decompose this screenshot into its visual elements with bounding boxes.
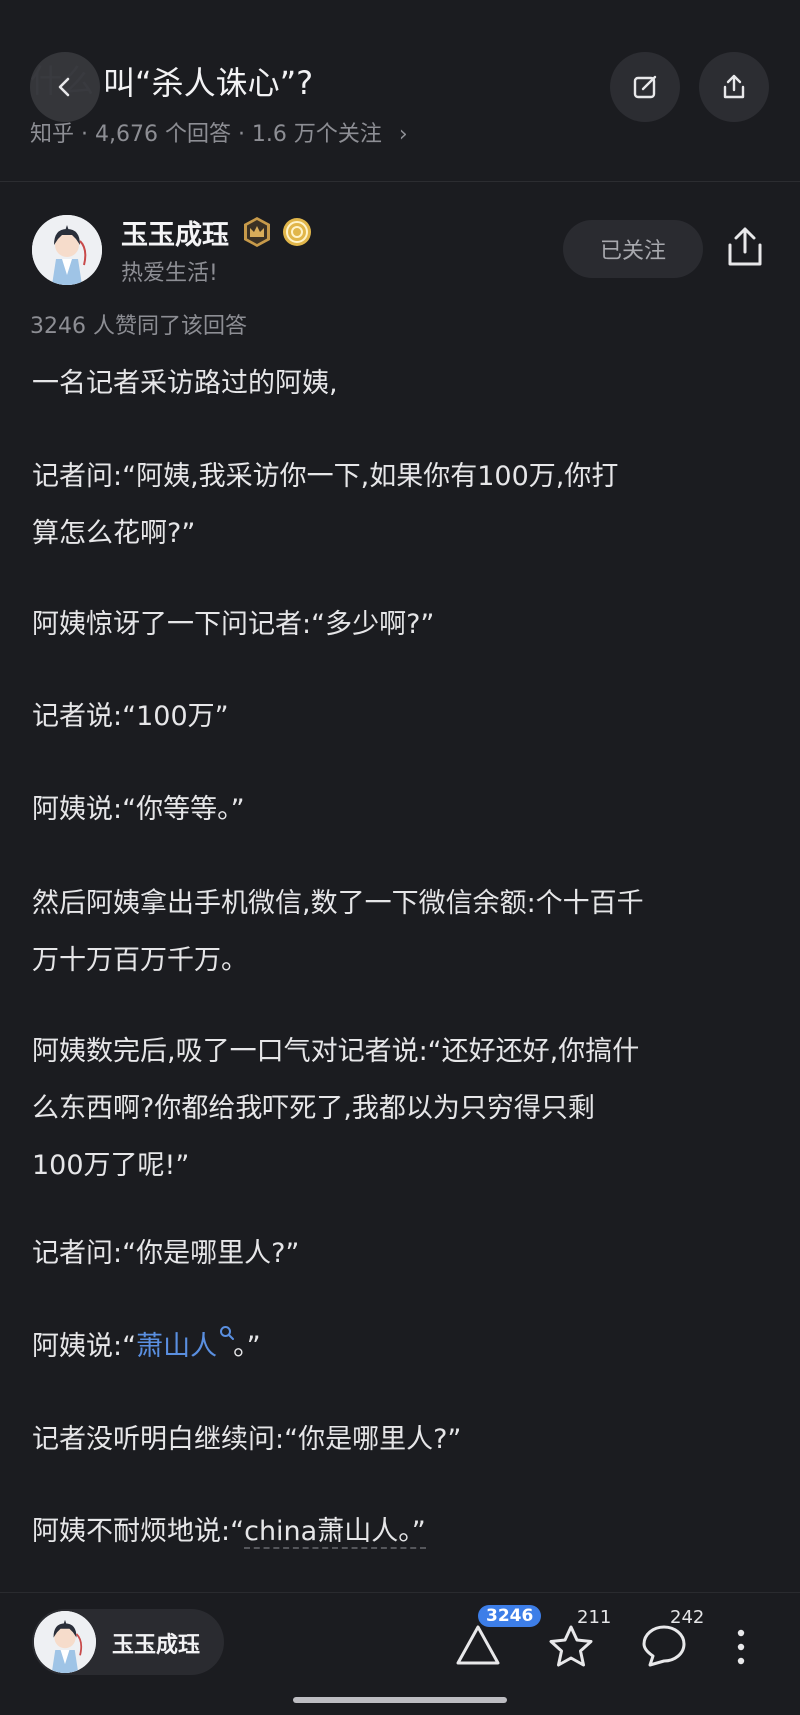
bottom-author-avatar: [34, 1611, 96, 1673]
article-paragraph: 一名记者采访路过的阿姨,: [32, 355, 338, 412]
coin-badge-icon: [281, 216, 313, 252]
article-text: 阿姨说:“: [32, 1331, 137, 1362]
star-icon: [549, 1625, 593, 1667]
author-bio: 热爱生活!: [121, 261, 218, 286]
share-question-button[interactable]: [699, 52, 769, 122]
article-line: 算怎么花啊?”: [32, 518, 196, 549]
annotated-text[interactable]: china萧山人。”: [244, 1516, 426, 1549]
article-line: 记者说:“100万”: [32, 701, 229, 732]
article-paragraph: 记者问:“你是哪里人?”: [32, 1225, 299, 1282]
article-line: 记者没听明白继续问:“你是哪里人?”: [32, 1424, 462, 1455]
favorite-count: 211: [577, 1607, 612, 1628]
article-line: 记者问:“阿姨,我采访你一下,如果你有100万,你打: [32, 461, 619, 492]
article-line: 一名记者采访路过的阿姨,: [32, 368, 338, 399]
share-icon: [728, 227, 762, 266]
article-paragraph: 记者没听明白继续问:“你是哪里人?”: [32, 1411, 461, 1468]
comment-count: 242: [670, 1607, 705, 1628]
article-paragraph: 阿姨说:“你等等。”: [32, 781, 245, 838]
upvote-triangle-icon: [456, 1625, 500, 1665]
article-paragraph: 然后阿姨拿出手机微信,数了一下微信余额:个十百千 万十万百万千万。: [32, 875, 644, 989]
avatar-illustration: [34, 1611, 96, 1673]
favorite-button[interactable]: [546, 1623, 596, 1675]
chevron-left-icon: [58, 77, 70, 97]
back-button[interactable]: [30, 52, 100, 122]
article-line: 阿姨说:“萧山人。”: [32, 1318, 261, 1375]
upvote-count-badge: 3246: [478, 1605, 542, 1627]
author-name[interactable]: 玉玉成珏: [121, 213, 229, 252]
article-line: 万十万百万千万。: [32, 945, 248, 976]
share-answer-button[interactable]: [724, 225, 766, 273]
bottom-author-name: 玉玉成珏: [112, 1633, 201, 1658]
article-paragraph: 记者问:“阿姨,我采访你一下,如果你有100万,你打 算怎么花啊?”: [32, 448, 618, 562]
comment-bubble-icon: [642, 1625, 686, 1667]
search-link[interactable]: 萧山人: [136, 1331, 217, 1362]
bottom-author-pill[interactable]: 玉玉成珏: [32, 1609, 224, 1675]
article-text: 。”: [233, 1331, 261, 1362]
article-line: 阿姨惊讶了一下问记者:“多少啊?”: [32, 609, 435, 640]
article-line: 阿姨说:“你等等。”: [32, 794, 245, 825]
more-vertical-icon: [737, 1629, 745, 1665]
avatar-illustration: [32, 215, 102, 285]
crown-badge-icon: [240, 215, 274, 253]
bottom-action-bar: 玉玉成珏 3246 211 242: [0, 1592, 800, 1698]
chevron-right-icon: ›: [398, 122, 408, 147]
search-icon[interactable]: [219, 1325, 235, 1341]
article-paragraph: 阿姨不耐烦地说:“china萧山人。”: [32, 1503, 426, 1560]
article-paragraph: 阿姨说:“萧山人。”: [32, 1318, 261, 1375]
edit-icon: [633, 75, 657, 99]
article-line: 阿姨不耐烦地说:“china萧山人。”: [32, 1503, 426, 1560]
article-text: 阿姨不耐烦地说:“: [32, 1516, 245, 1547]
author-avatar[interactable]: [32, 215, 102, 285]
article-line: 100万了呢!”: [32, 1150, 190, 1181]
upvote-button[interactable]: [454, 1623, 502, 1671]
article-line: 阿姨数完后,吸了一口气对记者说:“还好还好,你搞什: [32, 1036, 640, 1067]
article-line: 么东西啊?你都给我吓死了,我都以为只穷得只剩: [32, 1093, 595, 1124]
article-paragraph: 阿姨惊讶了一下问记者:“多少啊?”: [32, 596, 434, 653]
share-icon: [723, 74, 745, 99]
article-line: 记者问:“你是哪里人?”: [32, 1238, 300, 1269]
question-title[interactable]: 叫“杀人诛心”?: [103, 58, 313, 104]
article-line: 然后阿姨拿出手机微信,数了一下微信余额:个十百千: [32, 888, 644, 919]
question-meta[interactable]: 知乎 · 4,676 个回答 · 1.6 万个关注 ›: [30, 116, 408, 148]
question-header: 什么 叫“杀人诛心”? 知乎 · 4,676 个回答 · 1.6 万个关注 ›: [0, 0, 800, 182]
more-options-button[interactable]: [736, 1629, 746, 1669]
home-indicator[interactable]: [293, 1697, 507, 1703]
question-meta-text: 知乎 · 4,676 个回答 · 1.6 万个关注: [30, 122, 382, 147]
article-paragraph: 记者说:“100万”: [32, 688, 229, 745]
write-answer-button[interactable]: [610, 52, 680, 122]
comment-button[interactable]: [640, 1623, 688, 1673]
article-paragraph: 阿姨数完后,吸了一口气对记者说:“还好还好,你搞什 么东西啊?你都给我吓死了,我…: [32, 1023, 639, 1194]
follow-button[interactable]: 已关注: [563, 220, 703, 278]
upvote-summary: 3246 人赞同了该回答: [30, 314, 247, 339]
